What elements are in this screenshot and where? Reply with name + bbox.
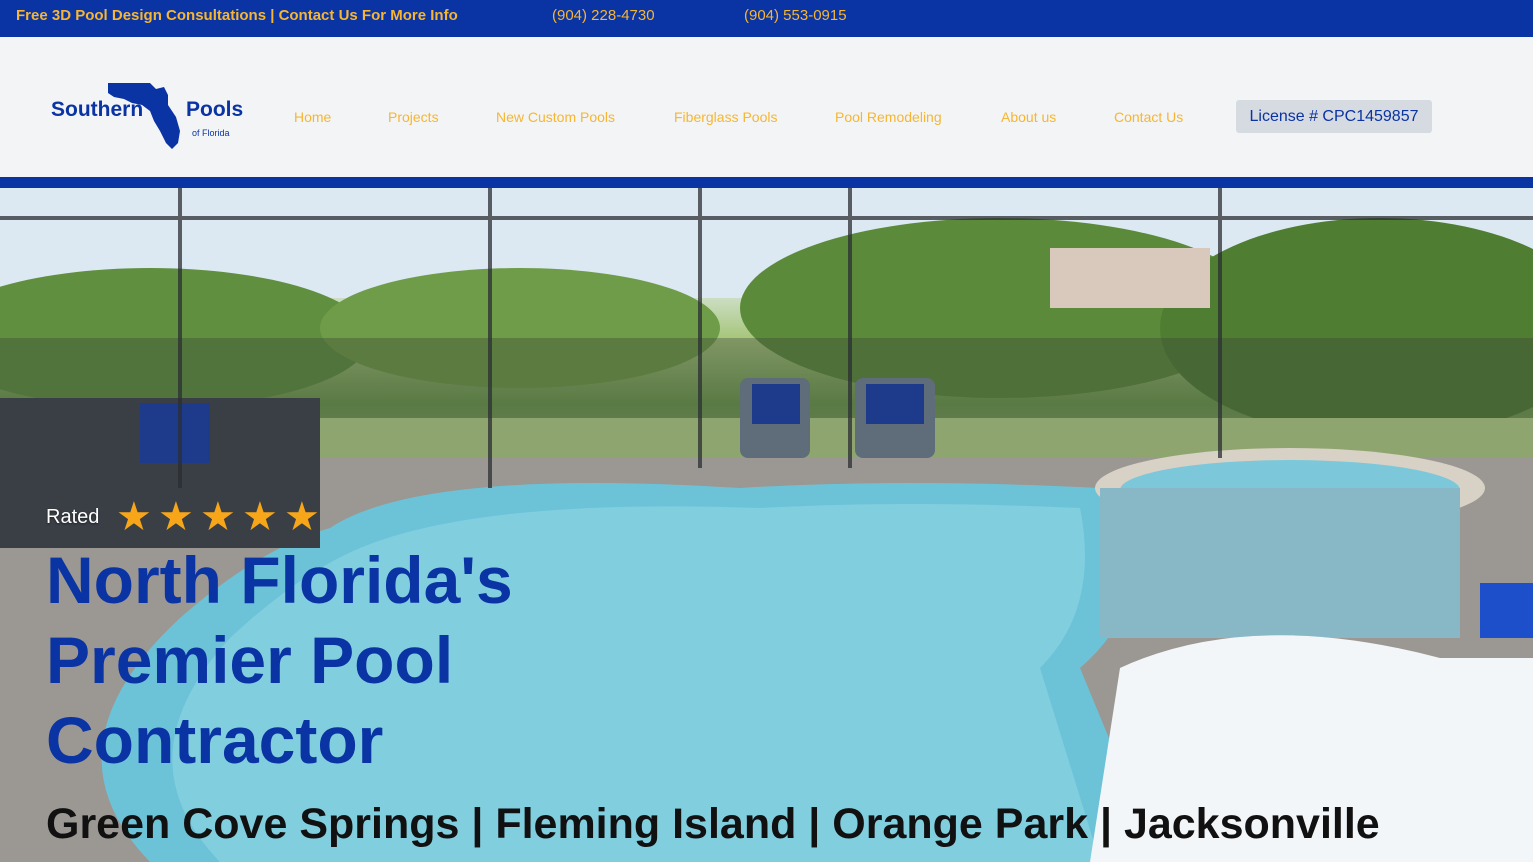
logo-word-southern: Southern (51, 98, 144, 121)
hero-headline: North Florida's Premier Pool Contractor (46, 543, 513, 777)
star-icon: ★ (242, 495, 278, 539)
nav-pool-remodeling[interactable]: Pool Remodeling (835, 109, 942, 125)
nav-fiberglass-pools[interactable]: Fiberglass Pools (674, 109, 778, 125)
nav-projects[interactable]: Projects (388, 109, 439, 125)
nav-new-custom-pools[interactable]: New Custom Pools (496, 109, 615, 125)
service-areas: Green Cove Springs | Fleming Island | Or… (46, 800, 1380, 848)
star-icon: ★ (158, 495, 194, 539)
logo-word-pools: Pools (186, 98, 244, 121)
rated-label: Rated (46, 506, 100, 528)
site-header: Southern Pools of Florida Home Projects … (0, 37, 1533, 177)
top-announcement-bar: Free 3D Pool Design Consultations | Cont… (0, 0, 1533, 37)
nav-home[interactable]: Home (294, 109, 331, 125)
star-icon: ★ (200, 495, 236, 539)
phone-link-2[interactable]: (904) 553-0915 (744, 7, 847, 24)
phone-link-1[interactable]: (904) 228-4730 (552, 7, 655, 24)
site-logo[interactable]: Southern Pools of Florida (48, 77, 248, 153)
logo-subtitle: of Florida (192, 128, 230, 138)
star-icon: ★ (116, 495, 152, 539)
header-divider (0, 177, 1533, 188)
rating-stars: ★ ★ ★ ★ ★ (116, 497, 324, 537)
license-badge: License # CPC1459857 (1236, 100, 1432, 133)
hero-banner: Rated ★ ★ ★ ★ ★ North Florida's Premier … (0, 188, 1533, 862)
star-icon: ★ (284, 495, 320, 539)
nav-about-us[interactable]: About us (1001, 109, 1056, 125)
nav-contact-us[interactable]: Contact Us (1114, 109, 1183, 125)
consultation-promo-link[interactable]: Free 3D Pool Design Consultations | Cont… (16, 7, 458, 24)
